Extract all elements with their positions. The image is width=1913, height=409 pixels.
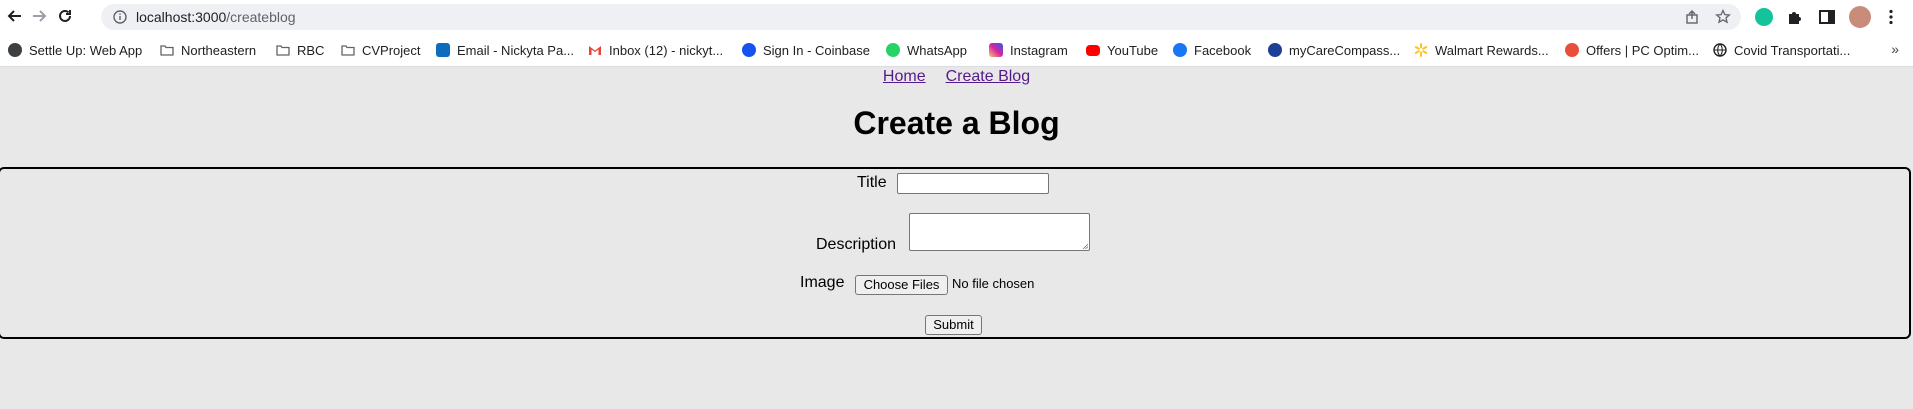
- menu-dots-icon[interactable]: [1882, 8, 1900, 26]
- bookmark-facebook[interactable]: Facebook: [1173, 42, 1251, 58]
- folder-icon: [160, 45, 174, 56]
- bookmark-northeastern[interactable]: Northeastern: [160, 42, 256, 58]
- whatsapp-icon: [886, 43, 900, 57]
- bookmark-label: Email - Nickyta Pa...: [457, 42, 575, 58]
- profile-avatar[interactable]: [1849, 6, 1871, 28]
- bookmark-instagram[interactable]: Instagram: [989, 42, 1068, 58]
- walmart-icon: [1414, 43, 1428, 57]
- share-icon[interactable]: [1684, 9, 1700, 25]
- instagram-icon: [989, 43, 1003, 57]
- side-panel-icon[interactable]: [1818, 8, 1836, 26]
- home-link[interactable]: Home: [883, 68, 926, 86]
- bookmark-covid-transportation[interactable]: Covid Transportati...: [1713, 42, 1850, 58]
- bookmark-label: Northeastern: [181, 42, 257, 58]
- more-bookmarks-icon[interactable]: »: [1891, 41, 1899, 57]
- choose-files-button[interactable]: Choose Files: [855, 275, 948, 295]
- back-arrow-icon: [7, 10, 21, 22]
- bookmark-cvproject[interactable]: CVProject: [341, 42, 421, 58]
- title-input[interactable]: [897, 173, 1049, 194]
- image-label: Image: [800, 274, 845, 291]
- pc-optimum-icon: [1565, 43, 1579, 57]
- youtube-icon: [1086, 44, 1100, 56]
- bookmark-label: Instagram: [1010, 42, 1068, 58]
- bookmark-label: Offers | PC Optim...: [1586, 42, 1699, 58]
- folder-icon: [341, 45, 355, 56]
- top-nav: Home Create Blog: [0, 67, 1913, 86]
- bookmark-email[interactable]: Email - Nickyta Pa...: [436, 42, 574, 58]
- grammarly-icon[interactable]: [1755, 8, 1773, 26]
- bookmark-label: WhatsApp: [907, 42, 967, 58]
- bookmark-label: Walmart Rewards...: [1435, 42, 1549, 58]
- file-status-text: No file chosen: [952, 276, 1035, 291]
- reload-button[interactable]: [55, 6, 75, 26]
- bookmark-label: Inbox (12) - nickyt...: [609, 42, 724, 58]
- back-button[interactable]: [5, 6, 25, 26]
- description-textarea[interactable]: [909, 213, 1090, 251]
- url-text: localhost:3000/createblog: [136, 9, 296, 25]
- bookmark-star-icon[interactable]: [1715, 9, 1731, 25]
- url-path: /createblog: [226, 9, 296, 25]
- globe-icon: [1713, 43, 1727, 57]
- title-label: Title: [857, 174, 887, 191]
- bookmark-label: myCareCompass...: [1289, 42, 1401, 58]
- submit-button[interactable]: Submit: [925, 315, 982, 335]
- forward-arrow-icon: [33, 10, 47, 22]
- url-host: localhost:3000: [136, 9, 227, 25]
- bookmark-label: Settle Up: Web App: [29, 42, 143, 58]
- bookmark-whatsapp[interactable]: WhatsApp: [886, 42, 967, 58]
- browser-toolbar: localhost:3000/createblog: [0, 0, 1913, 34]
- bookmark-label: CVProject: [362, 42, 421, 58]
- bookmark-label: RBC: [297, 42, 325, 58]
- extensions-puzzle-icon[interactable]: [1786, 8, 1804, 26]
- info-icon[interactable]: [113, 10, 127, 24]
- bookmark-label: Sign In - Coinbase: [763, 42, 870, 58]
- folder-icon: [276, 45, 290, 56]
- bookmark-mycarecompass[interactable]: myCareCompass...: [1268, 42, 1400, 58]
- bookmark-pc-optimum[interactable]: Offers | PC Optim...: [1565, 42, 1699, 58]
- bookmark-label: Covid Transportati...: [1734, 42, 1851, 58]
- gmail-icon: [589, 46, 601, 55]
- people-icon: [8, 43, 22, 57]
- bookmark-rbc[interactable]: RBC: [276, 42, 324, 58]
- create-blog-link[interactable]: Create Blog: [946, 68, 1031, 86]
- reload-icon: [59, 9, 71, 22]
- bookmark-walmart[interactable]: Walmart Rewards...: [1414, 42, 1549, 58]
- bookmarks-bar: Settle Up: Web App Northeastern RBC CVPr…: [0, 34, 1913, 67]
- page-title: Create a Blog: [853, 105, 1060, 141]
- bookmark-youtube[interactable]: YouTube: [1086, 42, 1158, 58]
- forward-button[interactable]: [29, 6, 49, 26]
- coinbase-icon: [742, 43, 756, 57]
- outlook-icon: [436, 43, 450, 57]
- facebook-icon: [1173, 43, 1187, 57]
- bookmark-inbox[interactable]: Inbox (12) - nickyt...: [588, 42, 723, 58]
- bookmark-settle-up[interactable]: Settle Up: Web App: [8, 42, 142, 58]
- bookmark-coinbase[interactable]: Sign In - Coinbase: [742, 42, 870, 58]
- description-label: Description: [816, 236, 897, 253]
- address-bar[interactable]: localhost:3000/createblog: [101, 4, 1741, 30]
- bookmark-label: YouTube: [1107, 42, 1159, 58]
- resize-grip-icon[interactable]: [1082, 243, 1088, 249]
- mycarecompass-icon: [1268, 43, 1282, 57]
- bookmark-label: Facebook: [1194, 42, 1252, 58]
